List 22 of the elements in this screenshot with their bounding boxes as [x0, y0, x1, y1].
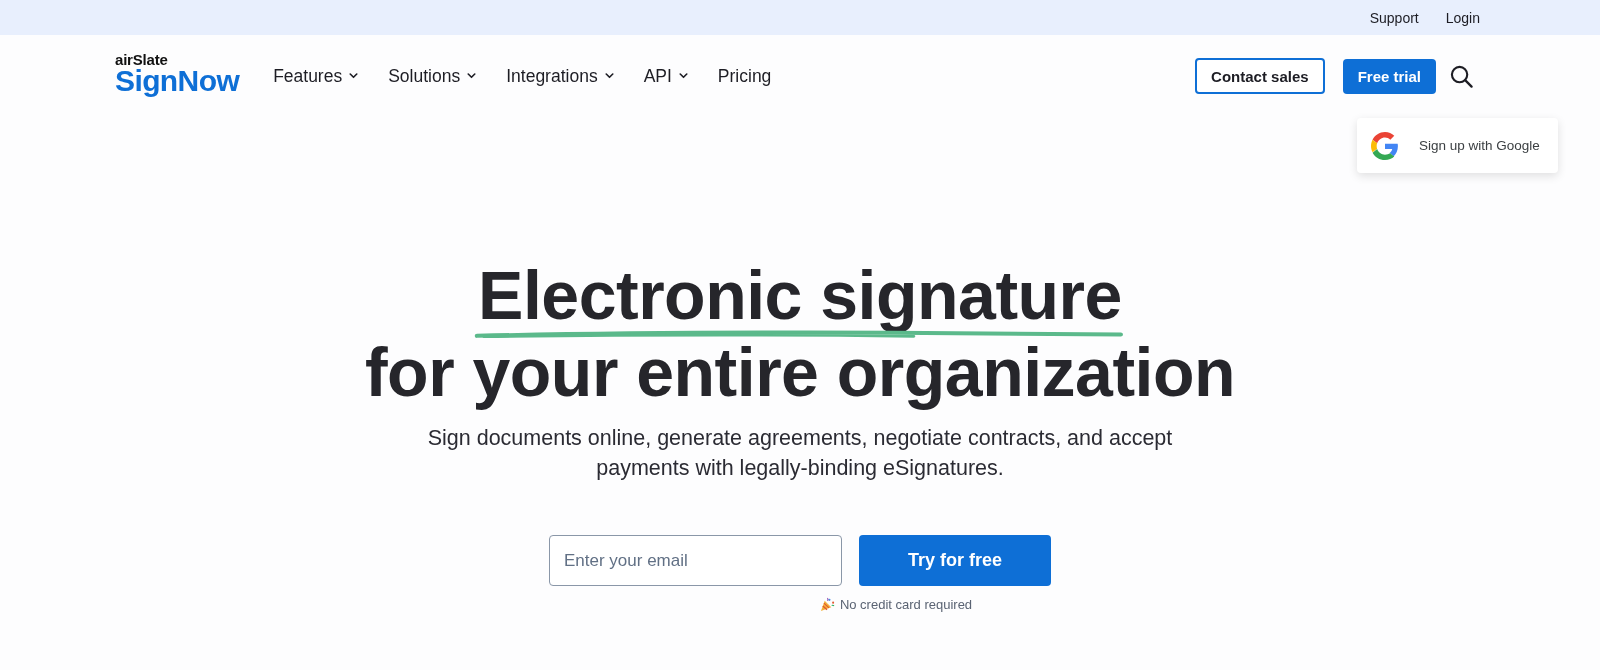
top-bar-link[interactable]: Login — [1445, 9, 1480, 26]
try-for-free-button[interactable]: Try for free — [859, 535, 1051, 586]
hero-description: Sign documents online, generate agreements, negotiate contracts, and accept payments with legally-binding eSignatures. — [426, 425, 1174, 482]
email-input-field[interactable]: Enter your email — [549, 535, 842, 586]
logo-wordmark[interactable]: SignNow — [115, 66, 240, 96]
search-icon — [1450, 64, 1473, 88]
top-bar-link[interactable]: Support — [1369, 9, 1419, 26]
party-popper-icon — [819, 597, 835, 612]
nav-menu-item[interactable]: Integrations — [506, 61, 614, 91]
nav-menu-item[interactable]: Pricing — [717, 61, 772, 91]
search-button[interactable] — [1450, 64, 1473, 88]
free-trial-button[interactable]: Free trial — [1342, 58, 1436, 94]
nav-menu-item[interactable]: API — [643, 61, 688, 91]
no-credit-card-note: No credit card required — [839, 597, 973, 612]
nav-menu-item[interactable]: Features — [273, 61, 359, 91]
headline-text: for your entire organization — [364, 339, 1236, 412]
contact-sales-button[interactable]: Contact sales — [1195, 58, 1325, 94]
headline-text: Electronic signature — [478, 259, 1122, 331]
logo-overline-text[interactable]: airSlate — [115, 52, 240, 67]
google-sign-up-button[interactable]: Sign up with Google — [1357, 118, 1558, 173]
nav-menu-item[interactable]: Solutions — [388, 61, 477, 91]
g-logo-icon — [1371, 131, 1399, 160]
